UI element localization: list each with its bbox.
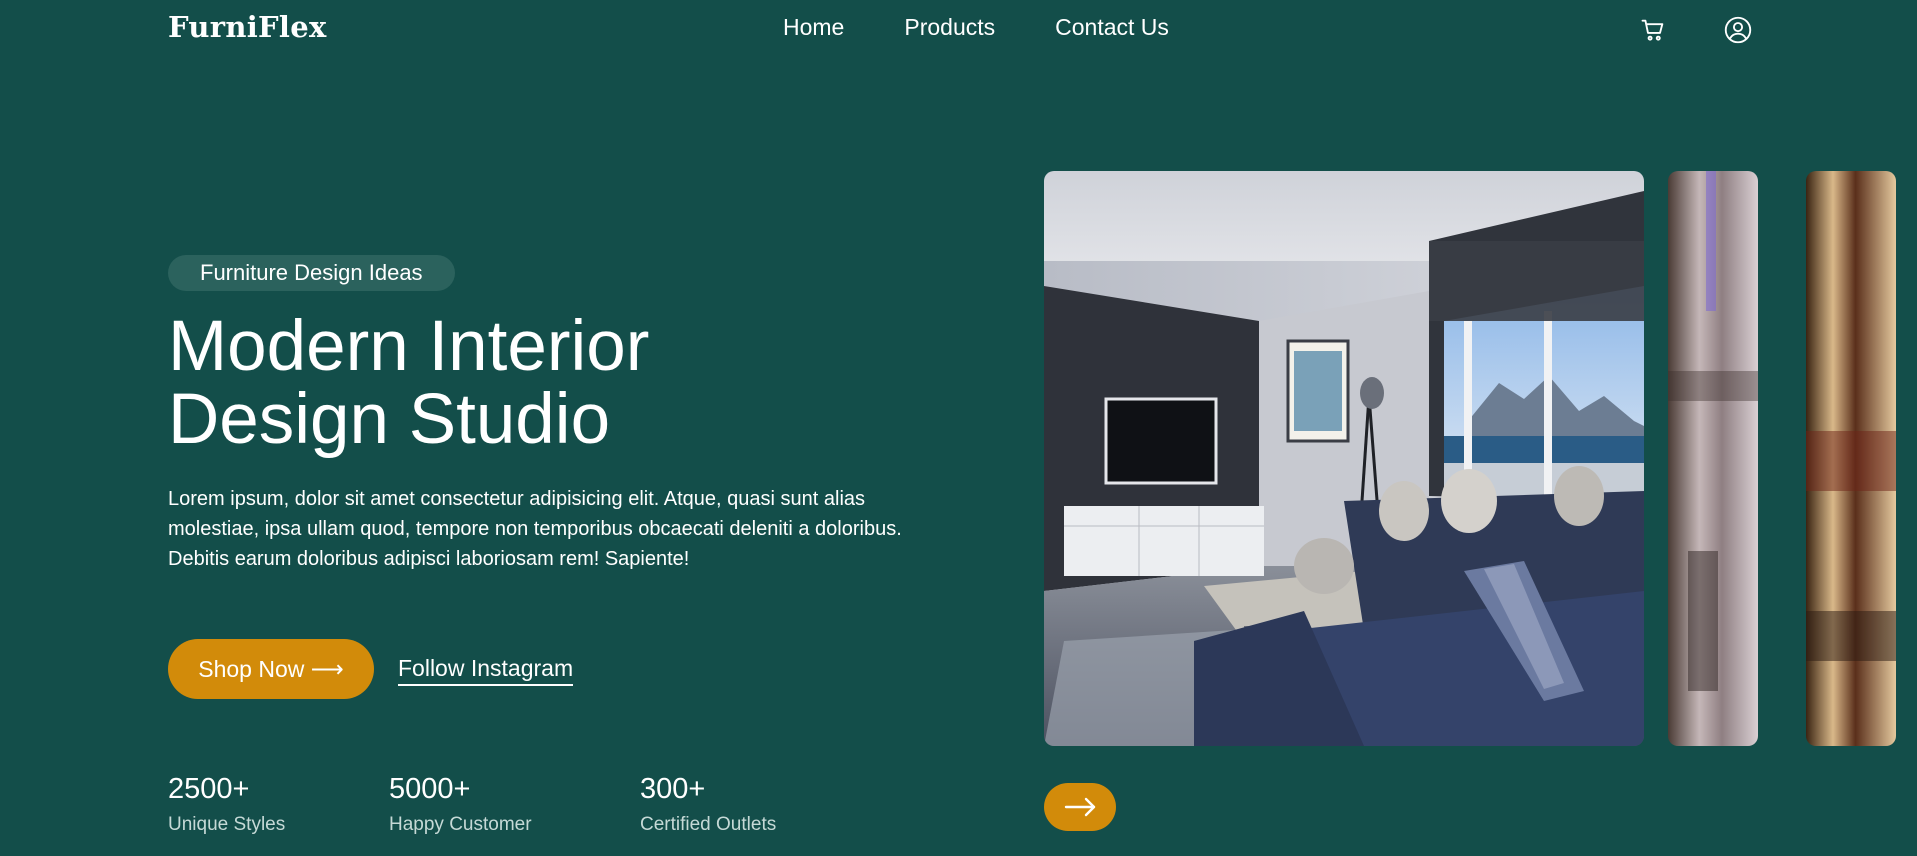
stat-certified-outlets: 300+ Certified Outlets <box>640 773 776 836</box>
hero-title: Modern Interior Design Studio <box>168 310 888 456</box>
hero-description: Lorem ipsum, dolor sit amet consectetur … <box>168 488 902 570</box>
nav-link-products[interactable]: Products <box>904 14 995 41</box>
hero-title-line-2: Design Studio <box>168 380 611 459</box>
stat-label: Happy Customer <box>389 814 532 835</box>
shop-now-button[interactable]: Shop Now ⟶ <box>168 639 374 699</box>
cart-icon[interactable] <box>1639 16 1667 44</box>
arrow-right-icon <box>1064 797 1096 817</box>
stat-number: 5000+ <box>389 773 471 805</box>
stat-label: Certified Outlets <box>640 814 777 835</box>
hero-title-line-1: Modern Interior <box>168 307 650 386</box>
stat-label: Unique Styles <box>168 814 286 835</box>
living-room-image <box>1044 171 1644 746</box>
stat-number: 300+ <box>640 773 706 805</box>
logo[interactable]: FurniFlex <box>168 10 327 44</box>
nav-links: Home Products Contact Us <box>783 14 1169 41</box>
nav-link-home[interactable]: Home <box>783 14 844 41</box>
user-icon[interactable] <box>1724 16 1752 44</box>
stat-happy-customer: 5000+ Happy Customer <box>389 773 532 836</box>
stat-unique-styles: 2500+ Unique Styles <box>168 773 285 836</box>
gallery-thumbnail[interactable] <box>1668 171 1758 746</box>
nav-link-contact[interactable]: Contact Us <box>1055 14 1169 41</box>
category-badge: Furniture Design Ideas <box>168 255 455 291</box>
follow-instagram-link[interactable]: Follow Instagram <box>398 655 574 686</box>
next-slide-button[interactable] <box>1044 783 1116 831</box>
top-nav: FurniFlex Home Products Contact Us <box>0 0 1917 60</box>
gallery-thumbnail[interactable] <box>1806 171 1896 746</box>
stat-number: 2500+ <box>168 773 250 805</box>
